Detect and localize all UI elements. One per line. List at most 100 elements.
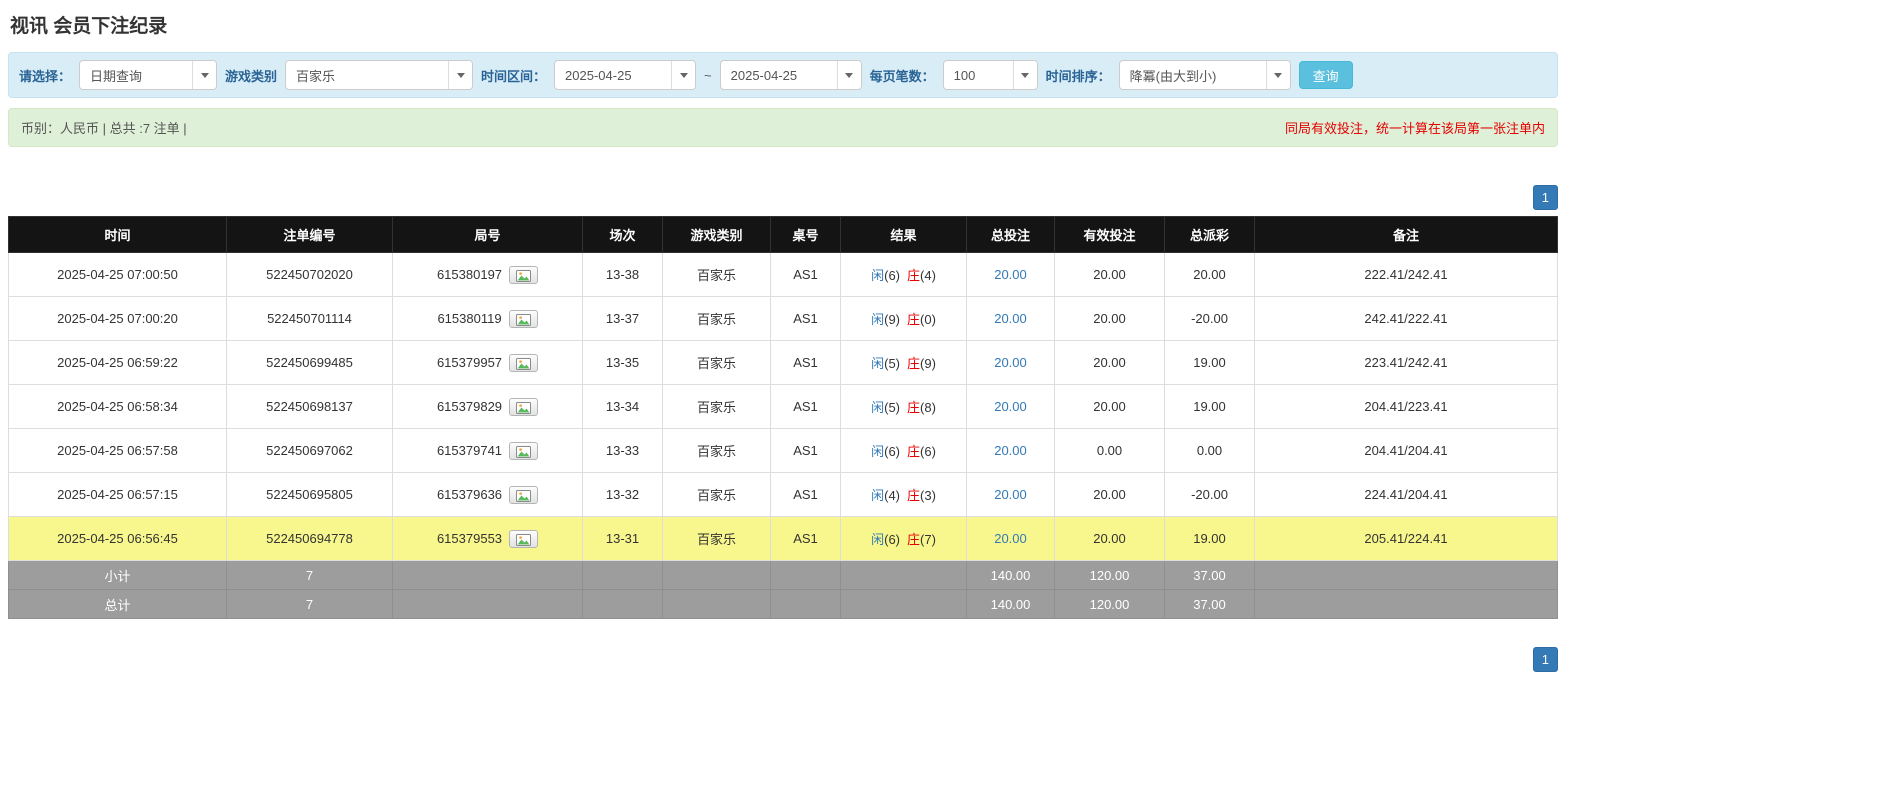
total-bet-link[interactable]: 20.00 [994,443,1027,458]
column-header-2: 局号 [392,216,583,253]
cell-session: 13-37 [582,296,663,341]
cell-total-bet: 20.00 [966,252,1055,297]
result-banker-label: 庄 [907,268,921,283]
filter-bar: 请选择： 日期查询 游戏类别 百家乐 时间区间： 2025-04-25 ~ 20… [8,52,1558,98]
summary-bar: 币别：人民币 | 总共 :7 注单 | 同局有效投注，统一计算在该局第一张注单内 [8,108,1558,147]
cell-result: 闲(9) 庄(0) [840,296,967,341]
subtotal-row: 小计 7 140.00 120.00 37.00 [8,560,1558,590]
summary-empty [582,560,663,590]
summary-empty [662,560,771,590]
cell-payout: 19.00 [1164,516,1255,561]
result-player-score: (6) [884,444,900,459]
cell-payout: 19.00 [1164,340,1255,385]
result-banker-label: 庄 [907,312,921,327]
result-banker-label: 庄 [907,400,921,415]
round-replay-button[interactable] [509,353,539,372]
cell-total-bet: 20.00 [966,428,1055,473]
result-player-score: (4) [884,488,900,503]
summary-empty [770,560,841,590]
round-replay-button[interactable] [509,397,539,416]
result-banker-score: (0) [920,312,936,327]
page-1-button[interactable]: 1 [1532,185,1558,210]
summary-empty [840,560,967,590]
cell-total-bet: 20.00 [966,296,1055,341]
page-title: 视讯 会员下注纪录 [10,16,168,37]
column-header-4: 游戏类别 [662,216,771,253]
result-banker-label: 庄 [907,356,921,371]
cell-round-id: 615379636 [392,472,583,517]
cell-session: 13-38 [582,252,663,297]
query-type-select[interactable]: 日期查询 [79,60,218,90]
records-table: 时间 注单编号 局号 场次 游戏类别 桌号 结果 总投注 有效投注 总派彩 备注 2025-04-2… [8,216,1558,619]
search-button[interactable]: 查询 [1298,61,1353,89]
summary-left-text: 币别：人民币 | 总共 :7 注单 | [21,121,187,136]
cell-table-no: AS1 [770,296,841,341]
image-icon [516,269,532,282]
cell-note: 224.41/204.41 [1254,472,1558,517]
cell-session: 13-31 [582,516,663,561]
round-replay-button[interactable] [509,265,539,284]
total-bet-link[interactable]: 20.00 [994,487,1027,502]
summary-total-bet: 140.00 [966,560,1055,590]
cell-session: 13-33 [582,428,663,473]
cell-payout: 20.00 [1164,252,1255,297]
cell-total-bet: 20.00 [966,340,1055,385]
round-id: 615379636 [436,487,503,502]
page-1-button[interactable]: 1 [1532,647,1558,672]
cell-result: 闲(6) 庄(7) [840,516,967,561]
summary-label: 小计 [8,560,227,590]
round-id-group: 615379957 [437,353,539,372]
date-from-select[interactable]: 2025-04-25 [554,60,697,90]
cell-result: 闲(5) 庄(8) [840,384,967,429]
chevron-down-icon [448,61,473,89]
summary-label: 总计 [8,589,227,619]
cell-session: 13-32 [582,472,663,517]
table-row: 2025-04-25 06:56:45 522450694778 615379553… [8,516,1558,561]
cell-note: 204.41/204.41 [1254,428,1558,473]
result-player-score: (5) [884,356,900,371]
summary-count: 7 [226,560,393,590]
round-id: 615379829 [436,399,503,414]
round-id: 615379741 [436,443,503,458]
total-bet-link[interactable]: 20.00 [994,355,1027,370]
total-bet-link[interactable]: 20.00 [994,311,1027,326]
round-replay-button[interactable] [509,441,539,460]
cell-bet-id: 522450699485 [226,340,393,385]
round-replay-button[interactable] [509,529,539,548]
result-banker-score: (3) [920,488,936,503]
round-replay-button[interactable] [508,309,538,328]
result-player-label: 闲 [871,488,885,503]
column-header-8: 有效投注 [1054,216,1165,253]
result-player-score: (5) [884,400,900,415]
cell-time: 2025-04-25 07:00:20 [8,296,227,341]
cell-game-type: 百家乐 [662,472,771,517]
summary-payout: 37.00 [1164,589,1255,619]
date-range-separator: ~ [704,67,712,83]
table-body: 2025-04-25 07:00:50 522450702020 615380197… [8,252,1558,561]
total-bet-link[interactable]: 20.00 [994,267,1027,282]
total-row: 总计 7 140.00 120.00 37.00 [8,589,1558,619]
cell-payout: -20.00 [1164,296,1255,341]
cell-game-type: 百家乐 [662,428,771,473]
total-bet-link[interactable]: 20.00 [994,399,1027,414]
page-size-select[interactable]: 100 [942,60,1038,90]
date-to-select[interactable]: 2025-04-25 [719,60,862,90]
sort-order-select[interactable]: 降冪(由大到小) [1118,60,1291,90]
game-type-select[interactable]: 百家乐 [285,60,474,90]
chevron-down-icon [1012,61,1037,89]
chevron-down-icon [671,61,696,89]
cell-result: 闲(6) 庄(4) [840,252,967,297]
cell-payout: -20.00 [1164,472,1255,517]
cell-note: 222.41/242.41 [1254,252,1558,297]
round-replay-button[interactable] [509,485,539,504]
result-player-label: 闲 [871,444,885,459]
summary-empty [662,589,771,619]
result-banker-label: 庄 [907,532,921,547]
summary-count: 7 [226,589,393,619]
cell-valid-bet: 20.00 [1054,340,1165,385]
round-id: 615380119 [437,311,502,326]
total-bet-link[interactable]: 20.00 [994,531,1027,546]
chevron-down-icon [836,61,861,89]
cell-note: 223.41/242.41 [1254,340,1558,385]
cell-game-type: 百家乐 [662,384,771,429]
